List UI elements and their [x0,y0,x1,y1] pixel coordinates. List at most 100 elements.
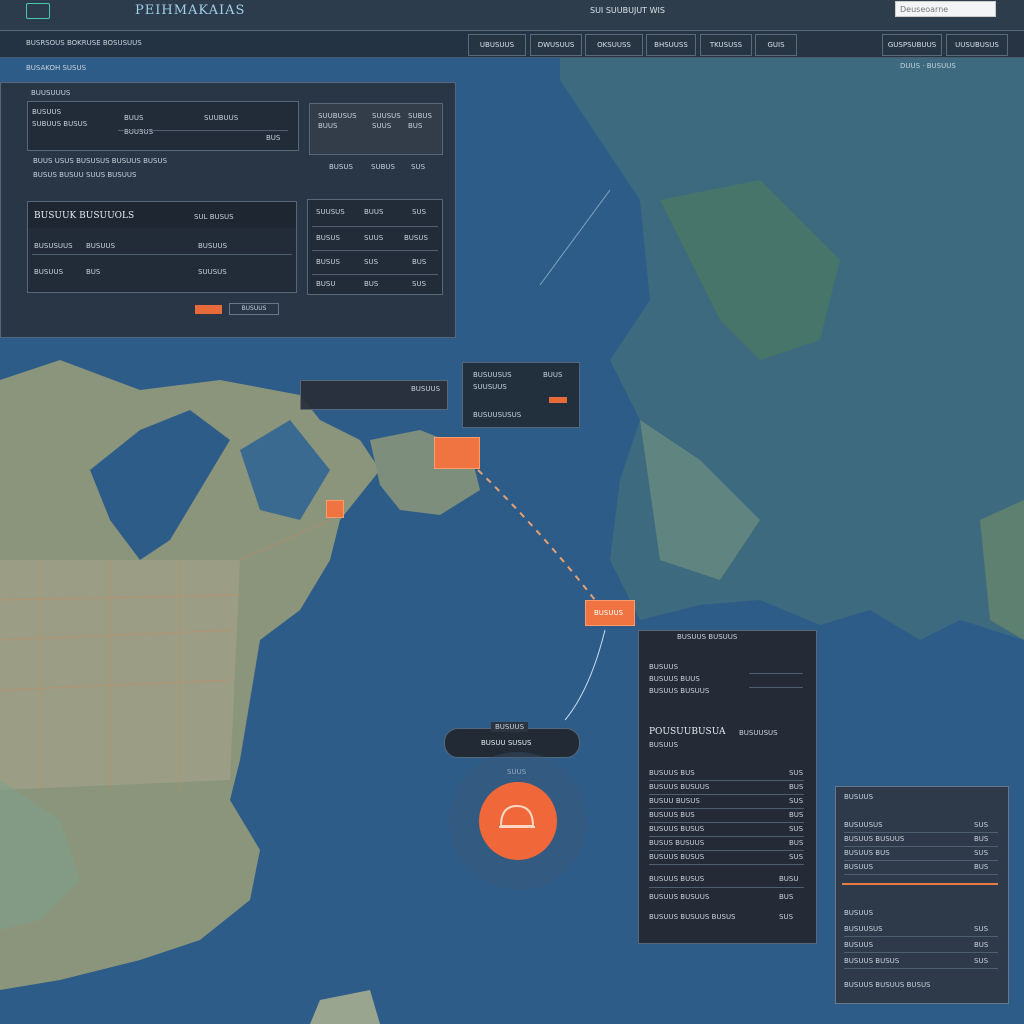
card-value: SUUS [372,122,392,130]
row-value: BUS [789,839,804,847]
grid-cell: BUS [412,258,427,266]
grid-cell: SUUS [364,234,384,242]
grid-cell: BUSUS [404,234,428,242]
card-value: SUS [411,163,426,171]
vessel-track-button[interactable] [479,782,557,860]
tab-uusubusus[interactable]: UUSUBUSUS [946,34,1008,56]
info-bar-label: BUSUUS [411,385,441,393]
route-name: BUSUUS [34,268,64,276]
side-panel: BUSUUS BUSUUSUS SUS BUSUUS BUSUUS BUS BUSUUS… [835,786,1009,1004]
vessel-dock[interactable]: BUSUUS BUSUU SUSUS [444,722,580,758]
tab-guis[interactable]: GUIS [755,34,797,56]
row-label: BUSUUSUS [844,925,883,933]
callout-label: BUSUUSUSUS [473,411,522,419]
orange-action-button[interactable] [195,305,222,314]
row-value: SUS [789,797,804,805]
progress-bar [842,883,998,885]
destination-marker[interactable]: BUSUUS [585,600,635,626]
callout-value: BUUS [543,371,563,379]
row-value: SUS [789,769,804,777]
divider [844,846,998,847]
stats-grid: SUUSUS BUUS SUS BUSUS SUUS BUSUS BUSUS S… [307,199,443,295]
detail-footer-label: BUSUUS BUSUUS [649,893,710,901]
port-marker-small[interactable] [326,500,344,518]
secondary-button[interactable]: BUSUUS [229,303,279,315]
grid-header: BUUS [364,208,384,216]
routes-title: BUSUUK BUSUUOLS [34,211,135,221]
tab-bhsuuss[interactable]: BHSUUSS [646,34,696,56]
row-label: BUSUU BUSUS [649,797,700,805]
detail-panel: BUSUUS BUSUUS BUSUUS BUSUUS BUUS BUSUUS … [638,630,817,944]
divider [32,254,292,255]
card-value: SUUBUUS [204,114,239,122]
card-value: BUS [266,134,281,142]
divider [312,250,438,251]
marker-label: BUSUUS [594,609,624,617]
info-bar[interactable]: BUSUUS [300,380,448,410]
divider [649,822,804,823]
row-value: BUS [974,863,989,871]
divider [844,968,998,969]
row-label: BUSUUS BUS [649,811,695,819]
row-label: BUSUUS BUSUS [649,853,705,861]
card-value: BUUS [124,114,144,122]
row-value: SUS [789,825,804,833]
route-value: SUUSUS [198,268,227,276]
row-value: SUS [974,849,989,857]
row-value: BUS [789,783,804,791]
row-label: BUSUS BUSUUS [649,839,705,847]
detail-field: BUSUUS BUSUUS [649,687,710,695]
divider [649,794,804,795]
row-label: BUSUUSUS [844,821,883,829]
status-text: SUI SUUBUJUT WIS [590,6,665,15]
tab-oksuuss[interactable]: OKSUUSS [585,34,643,56]
dock-label: BUSUUS [491,722,529,732]
callout-label: SUUSUUS [473,383,507,391]
row-value: BUS [974,835,989,843]
row-label: BUSUUS [844,941,874,949]
detail-header: BUSUUS BUSUUS [677,633,738,641]
summary-line: BUUS USUS BUSUSUS BUSUUS BUSUS [33,157,168,165]
detail-footer-value: BUSU [779,875,799,883]
dock-mini-label: SUUS [507,768,527,776]
row-label: BUSUUS [844,863,874,871]
row-value: SUS [974,821,989,829]
routes-column-label: SUL BUSUS [194,213,234,221]
port-marker[interactable] [434,437,480,469]
card-value: BUS [408,122,423,130]
location-callout[interactable]: BUSUUSUS BUUS SUUSUUS BUSUUSUSUS [462,362,580,428]
grid-cell: BUSUS [316,258,340,266]
detail-field: BUSUUS BUUS [649,675,700,683]
divider [749,673,803,674]
divider [844,860,998,861]
route-value: BUSUUS [198,242,228,250]
detail-field: BUSUUS [649,663,679,671]
detail-footer-value: SUS [779,913,794,921]
tab-dwusuus[interactable]: DWUSUUS [530,34,582,56]
divider [844,832,998,833]
card-label: SUBUUS BUSUS [32,120,88,128]
grid-cell: BUS [364,280,379,288]
tab-tkususs[interactable]: TKUSUSS [700,34,752,56]
search-input[interactable] [895,1,996,17]
divider [844,952,998,953]
app-logo-icon [26,3,50,19]
row-label: BUSUUS BUSUUS [844,835,905,843]
divider [749,687,803,688]
detail-section-label: BUSUUSUS [739,729,778,737]
card-label: SUUSUS [372,112,401,120]
vessel-icon [499,804,535,828]
section-label: BUSAKOH SUSUS [26,64,87,72]
divider [118,130,288,131]
divider [844,874,998,875]
summary-card: BUSUUS SUBUUS BUSUS BUUS SUUBUUS BUUSUS … [27,101,299,151]
detail-footer-label: BUSUUS BUSUS [649,875,705,883]
side-panel-title: BUSUUS [844,793,874,801]
section-link[interactable]: DUUS · BUSUUS [900,62,956,70]
row-value: SUS [974,925,989,933]
row-value: BUS [789,811,804,819]
tab-guspsubuus[interactable]: GUSPSUBUUS [882,34,942,56]
side-section-title: BUSUUS [844,909,874,917]
tab-ubusuus[interactable]: UBUSUUS [468,34,526,56]
grid-cell: BUSUS [316,234,340,242]
